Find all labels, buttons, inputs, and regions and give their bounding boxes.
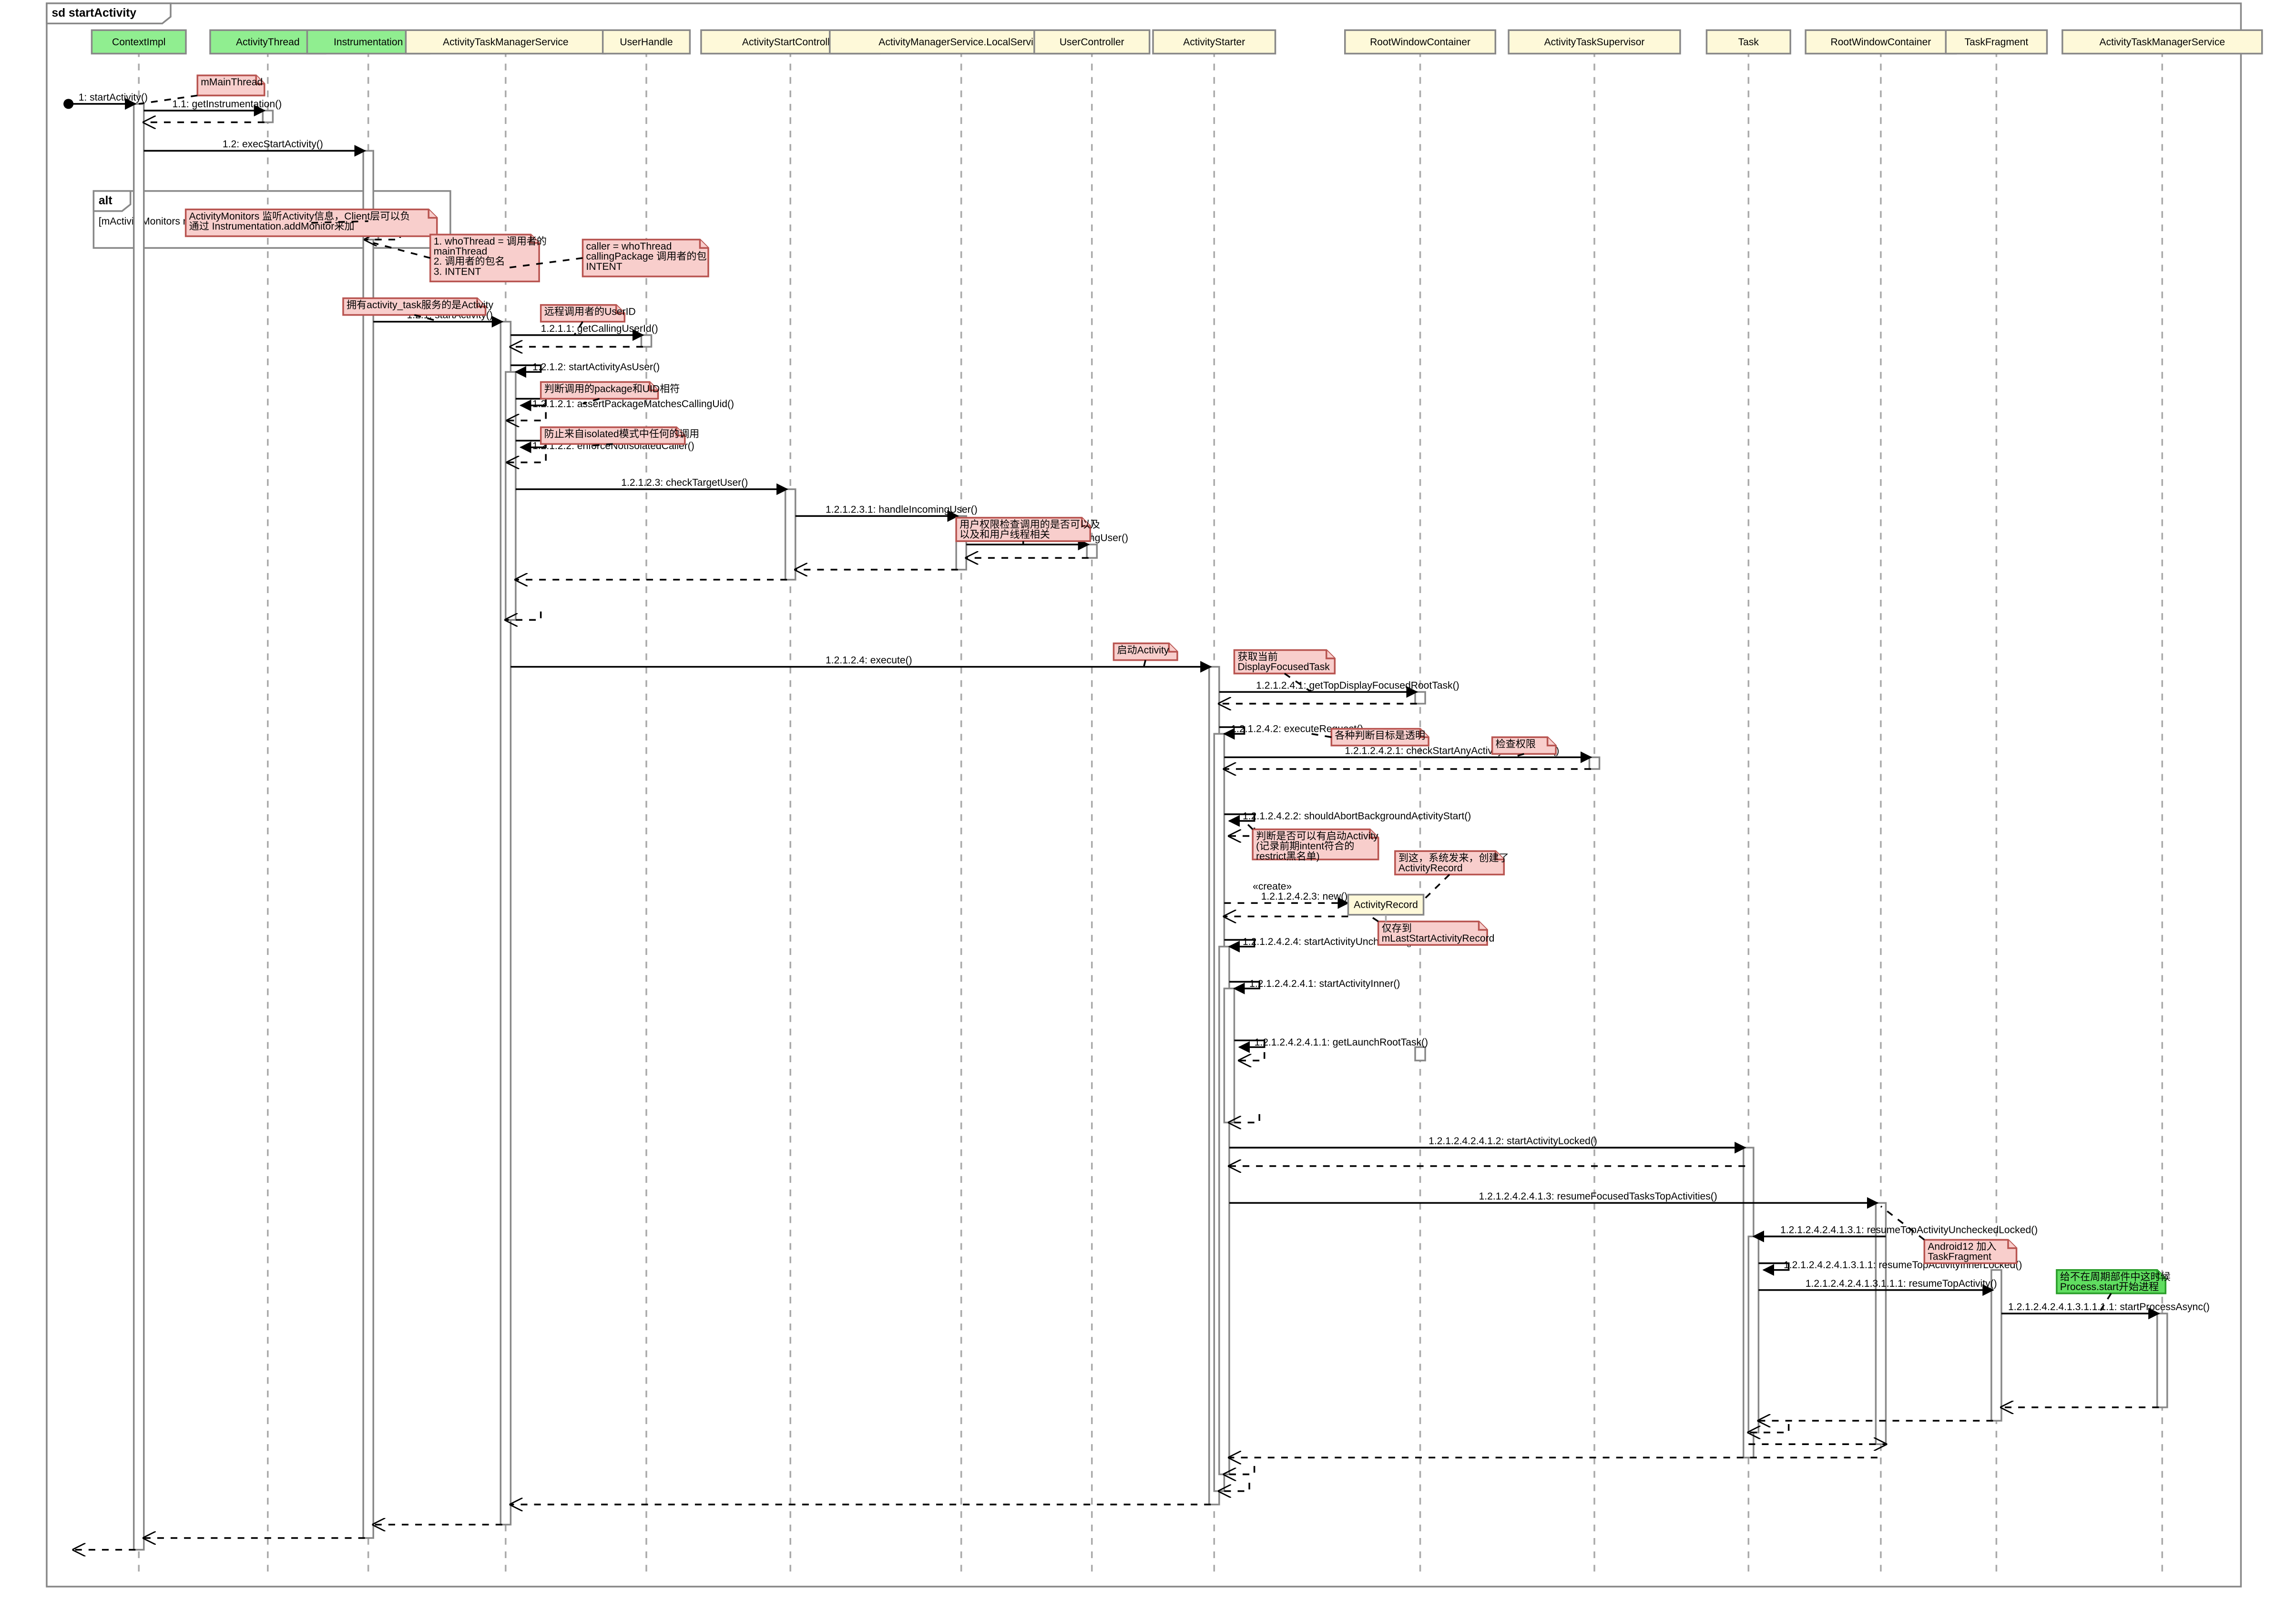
- note-text: callingPackage 调用者的包: [586, 251, 707, 262]
- note-text: INTENT: [586, 261, 622, 272]
- message-label: 1.2.1.2.4.2.4.1.1: getLaunchRootTask(): [1255, 1037, 1428, 1048]
- message-label: 1.2.1.2.4.2.3: new(): [1261, 891, 1348, 902]
- note-text: 以及和用户线程相关: [959, 529, 1050, 540]
- activation: [263, 111, 273, 123]
- note-text: mainThread: [434, 246, 487, 257]
- message-stereotype: «create»: [1253, 881, 1292, 892]
- note-anchor: [1420, 874, 1449, 903]
- note-text: 获取当前: [1238, 651, 1278, 663]
- activation: [1087, 544, 1097, 558]
- note-text: mLastStartActivityRecord: [1382, 933, 1495, 944]
- activation: [1415, 692, 1425, 704]
- participant-label: ActivityThread: [236, 37, 300, 48]
- participant-label: RootWindowContainer: [1370, 37, 1470, 48]
- note-text: caller = whoThread: [586, 241, 672, 252]
- participant-label: UserHandle: [620, 37, 673, 48]
- frame: [47, 3, 2241, 1587]
- message-label: 1.2.1.2.3.1: handleIncomingUser(): [826, 504, 978, 515]
- message-label: 1.2.1.1: getCallingUserId(): [541, 323, 658, 334]
- participant-label: RootWindowContainer: [1830, 37, 1931, 48]
- message-label: 1.2.1.2: startActivityAsUser(): [532, 362, 660, 373]
- participant-label: ActivityStartController: [742, 37, 839, 48]
- note-text: 各种判断目标是透明: [1335, 730, 1425, 741]
- message-label: 1.2.1.2.4.2.4.1.3.1: resumeTopActivityUn…: [1780, 1224, 2038, 1235]
- note-text: 给不在周期部件中这时候: [2060, 1271, 2171, 1282]
- activation: [363, 151, 373, 1538]
- activation: [1415, 1047, 1425, 1060]
- activation: [1876, 1203, 1886, 1444]
- frame-label: sd startActivity: [51, 7, 136, 20]
- activation: [2157, 1313, 2167, 1407]
- activation: [641, 335, 651, 347]
- note-text: 判断调用的package和UID相符: [544, 383, 680, 394]
- note-text: ActivityRecord: [1398, 862, 1463, 873]
- message-label: 1.2.1.2.4.1: getTopDisplayFocusedRootTas…: [1256, 680, 1459, 691]
- note-text: 远程调用者的UserID: [544, 306, 636, 318]
- activation: [1589, 757, 1599, 769]
- activation: [786, 489, 796, 580]
- note-text: 判断是否可以有启动Activity: [1256, 831, 1378, 842]
- message-label: 1.2.1.2.4.2.4.1.2: startActivityLocked(): [1429, 1136, 1597, 1147]
- note-text: Process.start开始进程: [2060, 1281, 2159, 1292]
- participant-label: TaskFragment: [1965, 37, 2029, 48]
- activation: [506, 372, 516, 620]
- activation: [134, 104, 144, 1550]
- note-text: TaskFragment: [1928, 1251, 1991, 1262]
- note-text: 3. INTENT: [434, 266, 481, 277]
- message-label: 1.2.1.2.4: execute(): [826, 655, 912, 666]
- participant-label: ActivityTaskSupervisor: [1544, 37, 1645, 48]
- note-anchor: [1245, 821, 1253, 830]
- message-label: 1.2.1.2.4.2.4.1: startActivityInner(): [1249, 978, 1400, 989]
- note-anchor: [1368, 915, 1378, 922]
- created-object-label: ActivityRecord: [1354, 900, 1418, 911]
- message-label: 1.1: getInstrumentation(): [173, 99, 282, 110]
- participant-label: ContextImpl: [112, 37, 165, 48]
- message-self-return: [1239, 1052, 1265, 1061]
- message-label: 1.2.1.2.4.2.4.1.3.1.1.1: resumeTopActivi…: [1806, 1278, 1997, 1289]
- note-text: 拥有activity_task服务的是Activity: [347, 299, 493, 311]
- note-text: 检查权限: [1496, 738, 1536, 749]
- message-label: 1.2.1.2.4.2.4.1.3: resumeFocusedTasksTop…: [1479, 1191, 1717, 1202]
- note-anchor: [1144, 660, 1146, 667]
- participant-label: Instrumentation: [334, 37, 403, 48]
- message-label: 1.2: execStartActivity(): [223, 139, 323, 150]
- note-text: 用户权限检查调用的是否可以及: [959, 519, 1100, 530]
- note-text: (记录前期intent符合的: [1256, 841, 1354, 852]
- message-label: 1.2.1.2.4.2.4.1.3.1.1.1.1: startProcessA…: [2008, 1302, 2210, 1313]
- note-text: restrict黑名单): [1256, 851, 1320, 862]
- activation: [1224, 988, 1234, 1122]
- participant-label: ActivityTaskManagerService: [443, 37, 569, 48]
- participant-label: ActivityManagerService.LocalService: [878, 37, 1044, 48]
- note-text: 防止来自isolated模式中任何的调用: [544, 428, 700, 440]
- note-text: 2. 调用者的包名: [434, 256, 505, 267]
- note-text: Android12 加入: [1928, 1241, 1996, 1252]
- note-text: 启动Activity: [1117, 645, 1169, 656]
- activation: [1991, 1270, 2001, 1421]
- message-self-return: [1229, 828, 1255, 836]
- note-text: mMainThread: [201, 77, 263, 88]
- frame-label: alt: [99, 195, 112, 207]
- message-label: 1.2.1.2.3: checkTargetUser(): [621, 477, 748, 488]
- participant-label: Task: [1738, 37, 1759, 48]
- note-text: DisplayFocusedTask: [1238, 662, 1330, 673]
- note-text: 到这，系统发来，创建了: [1398, 852, 1509, 863]
- note-anchor: [373, 243, 430, 258]
- activation: [1748, 1236, 1758, 1432]
- note-text: 1. whoThread = 调用者的: [434, 236, 547, 247]
- participant-label: UserController: [1060, 37, 1124, 48]
- participant-label: ActivityTaskManagerService: [2100, 37, 2225, 48]
- participant-label: ActivityStarter: [1183, 37, 1245, 48]
- message-label: 1: startActivity(): [79, 92, 148, 103]
- message-label: 1.2.1.2.1: assertPackageMatchesCallingUi…: [532, 399, 734, 410]
- note-text: ActivityMonitors 监听Activity信息，Client层可以负: [189, 210, 410, 222]
- message-label: 1.2.1.2.4.2.2: shouldAbortBackgroundActi…: [1243, 810, 1471, 821]
